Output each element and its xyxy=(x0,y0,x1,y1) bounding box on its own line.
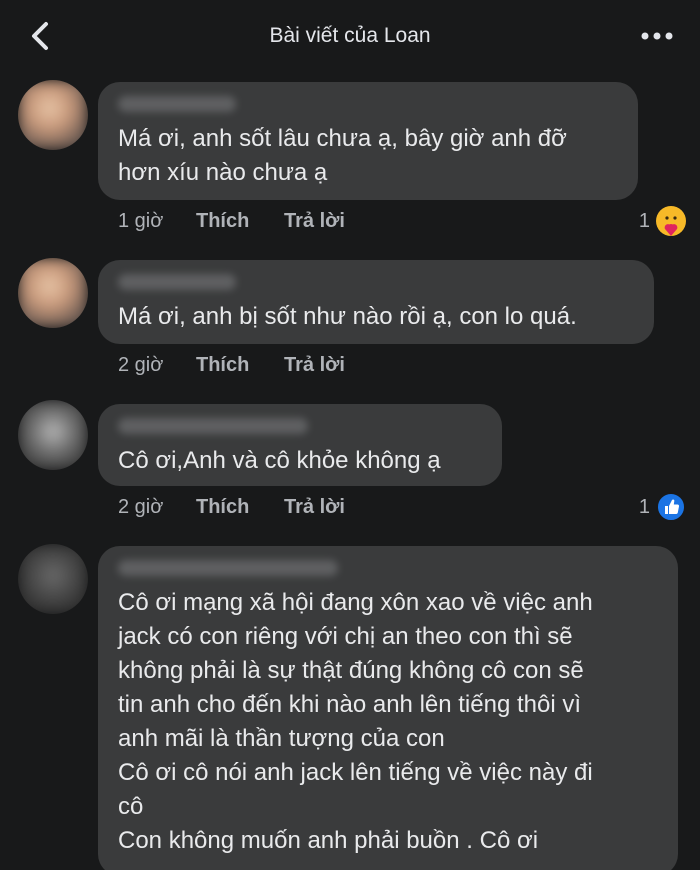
commenter-name-blurred xyxy=(118,274,236,290)
more-options-button[interactable] xyxy=(640,26,674,46)
avatar[interactable] xyxy=(18,400,88,470)
avatar[interactable] xyxy=(18,258,88,328)
comment-bubble[interactable]: Cô ơi,Anh và cô khỏe không ạ xyxy=(98,404,502,486)
reply-button[interactable]: Trả lời xyxy=(284,354,345,377)
comment-text: Má ơi, anh sốt lâu chưa ạ, bây giờ anh đ… xyxy=(118,125,567,186)
reply-button[interactable]: Trả lời xyxy=(284,496,345,519)
reaction-count: 1 xyxy=(638,495,650,518)
comment-bubble[interactable]: Má ơi, anh sốt lâu chưa ạ, bây giờ anh đ… xyxy=(98,82,638,200)
reply-button[interactable]: Trả lời xyxy=(284,210,345,233)
care-reaction-icon xyxy=(656,206,686,236)
comment-actions: 1 giờ Thích Trả lời xyxy=(118,210,345,233)
commenter-name-blurred xyxy=(118,560,338,576)
avatar[interactable] xyxy=(18,80,88,150)
like-reaction-icon xyxy=(656,492,686,522)
avatar[interactable] xyxy=(18,544,88,614)
comment-text: Cô ơi mạng xã hội đang xôn xao về việc a… xyxy=(118,589,593,854)
like-button[interactable]: Thích xyxy=(196,354,284,377)
comment-text: Cô ơi,Anh và cô khỏe không ạ xyxy=(118,447,441,474)
comment-actions: 2 giờ Thích Trả lời xyxy=(118,354,345,377)
reaction-summary[interactable]: 1 xyxy=(639,492,686,522)
like-button[interactable]: Thích xyxy=(196,210,284,233)
comment-time: 1 giờ xyxy=(118,210,164,232)
reaction-summary[interactable]: 1 xyxy=(639,206,686,236)
reaction-count: 1 xyxy=(638,209,650,232)
more-horizontal-icon xyxy=(641,32,673,40)
comment-time: 2 giờ xyxy=(118,354,164,376)
comment-bubble[interactable]: Cô ơi mạng xã hội đang xôn xao về việc a… xyxy=(98,546,678,870)
comment-text: Má ơi, anh bị sốt như nào rồi ạ, con lo … xyxy=(118,303,577,330)
comment-time: 2 giờ xyxy=(118,496,164,518)
commenter-name-blurred xyxy=(118,96,236,112)
commenter-name-blurred xyxy=(118,418,308,434)
like-button[interactable]: Thích xyxy=(196,496,284,519)
comment-actions: 2 giờ Thích Trả lời xyxy=(118,496,345,519)
comment-bubble[interactable]: Má ơi, anh bị sốt như nào rồi ạ, con lo … xyxy=(98,260,654,344)
top-bar: Bài viết của Loan xyxy=(0,0,700,72)
page-title: Bài viết của Loan xyxy=(269,24,431,47)
